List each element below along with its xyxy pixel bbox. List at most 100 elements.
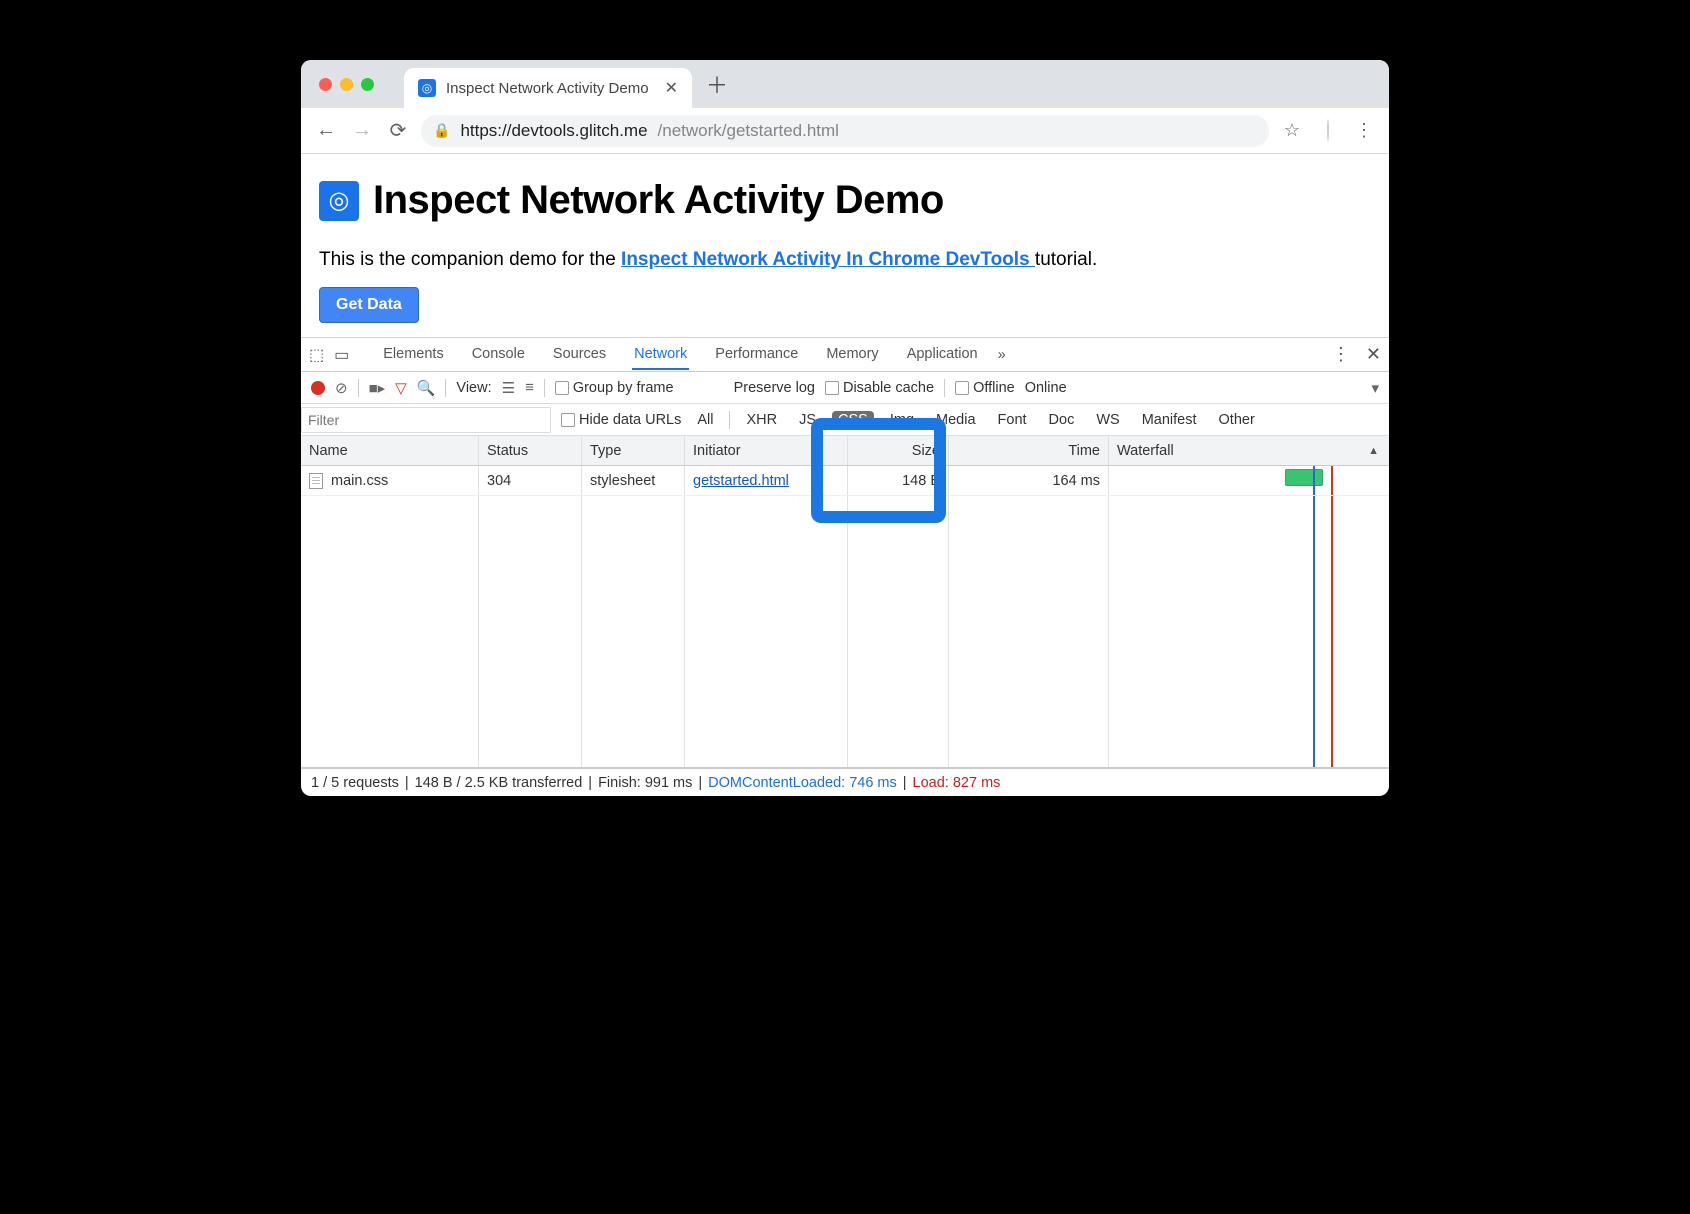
clear-icon[interactable]: ⊘ [335,379,348,397]
cell-initiator: getstarted.html [685,466,848,495]
col-name[interactable]: Name [301,436,479,465]
col-initiator[interactable]: Initiator [685,436,848,465]
filter-icon[interactable]: ▽ [395,379,407,397]
cell-type: stylesheet [582,466,685,495]
intro-pre: This is the companion demo for the [319,249,621,270]
devtools-tab-sources[interactable]: Sources [551,340,608,370]
divider [544,379,545,397]
inspect-element-icon[interactable]: ⬚ [309,345,324,365]
type-filter-doc[interactable]: Doc [1043,411,1081,429]
cell-status: 304 [479,466,582,495]
record-icon[interactable] [311,381,325,395]
close-window-icon[interactable] [319,78,332,91]
dcl-line-icon [1313,496,1315,767]
get-data-button[interactable]: Get Data [319,287,419,323]
screenshots-icon[interactable]: ■▸ [369,379,386,397]
titlebar: ◎ Inspect Network Activity Demo ✕ ＋ [301,60,1389,108]
type-filter-ws[interactable]: WS [1090,411,1125,429]
table-row[interactable]: main.css 304 stylesheet getstarted.html … [301,466,1389,496]
col-time[interactable]: Time [949,436,1109,465]
devtools-tab-performance[interactable]: Performance [713,340,800,370]
lock-icon: 🔒 [433,122,450,139]
forward-icon: → [349,119,375,142]
filter-input[interactable] [301,407,551,433]
network-table: Name Status Type Initiator Size Time Wat… [301,436,1389,768]
bookmark-star-icon[interactable]: ☆ [1279,120,1305,141]
online-select[interactable]: Online [1025,380,1067,396]
preserve-log-checkbox[interactable]: Preserve log [734,380,815,396]
large-rows-icon[interactable]: ☰ [502,379,515,397]
devtools-tab-application[interactable]: Application [905,340,980,370]
tab-title: Inspect Network Activity Demo [446,80,649,97]
type-filter-img[interactable]: Img [884,411,920,429]
address-bar[interactable]: 🔒 https://devtools.glitch.me/network/get… [421,115,1269,147]
type-filter-css[interactable]: CSS [832,411,874,429]
type-filter-js[interactable]: JS [793,411,822,429]
divider [445,379,446,397]
cell-size: 148 B [848,466,949,495]
devtools-tabbar: ⬚ ▭ Elements Console Sources Network Perform… [301,338,1389,372]
type-filter-manifest[interactable]: Manifest [1136,411,1203,429]
settings-caret-icon[interactable]: ▾ [1371,379,1379,397]
cell-waterfall [1109,466,1389,495]
sb-requests: 1 / 5 requests [311,775,399,791]
col-waterfall[interactable]: Waterfall ▲ [1109,436,1389,465]
minimize-window-icon[interactable] [340,78,353,91]
url-host: https://devtools.glitch.me [460,121,647,141]
type-filter-font[interactable]: Font [992,411,1033,429]
back-icon[interactable]: ← [313,119,339,142]
devtools-tab-network[interactable]: Network [632,340,689,370]
col-size[interactable]: Size [848,436,949,465]
initiator-link[interactable]: getstarted.html [693,473,789,489]
more-tabs-icon[interactable]: » [998,347,1006,363]
disable-cache-checkbox[interactable]: Disable cache [825,380,934,396]
sb-load: Load: 827 ms [913,775,1001,791]
cell-name: main.css [301,466,479,495]
type-filter-other[interactable]: Other [1213,411,1261,429]
maximize-window-icon[interactable] [361,78,374,91]
profile-avatar[interactable] [1315,120,1341,141]
waterfall-view-icon[interactable]: ≡ [525,379,534,396]
network-filter-row: Hide data URLs All XHR JS CSS Img Media Font Do… [301,404,1389,436]
offline-checkbox[interactable]: Offline [955,380,1015,396]
hide-data-urls-checkbox[interactable]: Hide data URLs [561,412,681,428]
reload-icon[interactable]: ⟳ [385,118,411,143]
dcl-line-icon [1313,466,1315,495]
page-content: ◎ Inspect Network Activity Demo This is … [301,154,1389,338]
window-controls [313,78,380,91]
devtools-panel: ⬚ ▭ Elements Console Sources Network Perform… [301,338,1389,796]
cell-time: 164 ms [949,466,1109,495]
sb-transferred: 148 B / 2.5 KB transferred [415,775,583,791]
intro-link[interactable]: Inspect Network Activity In Chrome DevTo… [621,249,1035,270]
waterfall-bar [1285,469,1323,486]
devtools-close-icon[interactable]: ✕ [1366,344,1381,365]
devtools-menu-icon[interactable]: ⋮ [1332,344,1350,365]
search-icon[interactable]: 🔍 [417,379,436,397]
file-icon [309,473,323,489]
network-statusbar: 1 / 5 requests | 148 B / 2.5 KB transfer… [301,768,1389,796]
browser-tab[interactable]: ◎ Inspect Network Activity Demo ✕ [404,68,692,108]
type-filter-all[interactable]: All [691,411,719,429]
devtools-tab-memory[interactable]: Memory [824,340,880,370]
type-filter-media[interactable]: Media [930,411,982,429]
close-tab-icon[interactable]: ✕ [665,78,678,98]
tab-favicon-icon: ◎ [418,79,436,97]
devtools-tab-console[interactable]: Console [470,340,527,370]
network-options-row: ⊘ ■▸ ▽ 🔍 View: ☰ ≡ Group by frame Preser… [301,372,1389,404]
table-body-empty [301,496,1389,767]
sort-caret-icon: ▲ [1368,445,1379,457]
url-path: /network/getstarted.html [658,121,839,141]
group-by-frame-checkbox[interactable]: Group by frame [555,380,674,396]
divider [358,379,359,397]
load-line-icon [1331,496,1333,767]
intro-post: tutorial. [1035,249,1097,270]
col-type[interactable]: Type [582,436,685,465]
page-favicon-icon: ◎ [319,181,359,221]
col-status[interactable]: Status [479,436,582,465]
devtools-tab-elements[interactable]: Elements [381,340,445,370]
new-tab-button[interactable]: ＋ [706,68,728,100]
device-toolbar-icon[interactable]: ▭ [334,345,349,365]
chrome-menu-icon[interactable]: ⋮ [1351,120,1377,141]
type-filter-xhr[interactable]: XHR [740,411,783,429]
page-intro: This is the companion demo for the Inspe… [319,249,1371,271]
